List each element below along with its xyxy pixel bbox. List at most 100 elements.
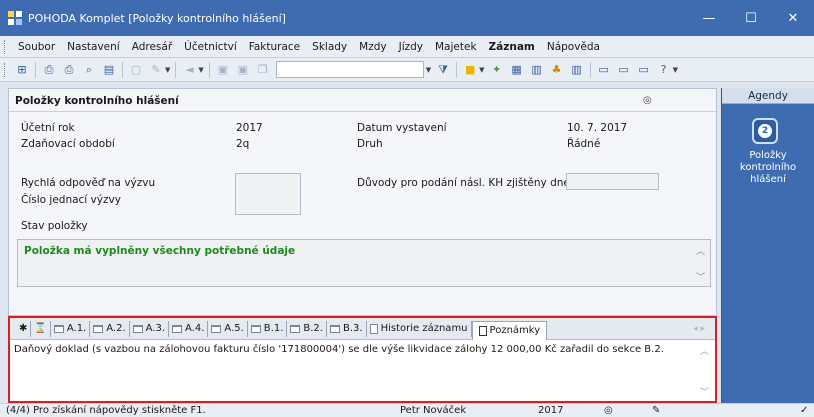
scroll-down-icon[interactable]: ﹀ bbox=[700, 385, 709, 398]
tab-all-label: ✱ bbox=[19, 323, 28, 334]
print-icon[interactable]: ⎙ bbox=[61, 62, 77, 78]
tab-historie-zaznamu[interactable]: Historie záznamu bbox=[367, 320, 472, 337]
table-icon[interactable]: ▦ bbox=[509, 62, 525, 78]
agendy-panel: Agendy 2 Položky kontrolního hlášení bbox=[721, 88, 814, 403]
close-button[interactable]: ✕ bbox=[772, 0, 814, 36]
tab-poznamky-label: Poznámky bbox=[489, 325, 541, 336]
folder-icon bbox=[53, 324, 64, 333]
menu-nastaveni[interactable]: Nastavení bbox=[61, 41, 126, 53]
toolbar-separator bbox=[589, 61, 591, 78]
tab-scroll-arrows-icon[interactable]: ◂ ▸ bbox=[693, 324, 705, 334]
copy-icon[interactable]: ❐ bbox=[255, 62, 271, 78]
menu-zaznam[interactable]: Záznam bbox=[483, 41, 541, 53]
agenda-item-icon[interactable]: 2 bbox=[752, 118, 778, 144]
menu-adresar[interactable]: Adresář bbox=[126, 41, 178, 53]
title-bar: POHODA Komplet [Položky kontrolního hláš… bbox=[0, 0, 814, 36]
tab-b1-label: B.1. bbox=[263, 323, 284, 334]
agenda-icon[interactable]: ⊞ bbox=[14, 62, 30, 78]
minimize-button[interactable]: — bbox=[688, 0, 730, 36]
tab-b3[interactable]: B.3. bbox=[327, 320, 367, 337]
tab-poznamky[interactable]: Poznámky bbox=[471, 320, 548, 340]
tab-a5-label: A.5. bbox=[224, 323, 244, 334]
menu-bar: Soubor Nastavení Adresář Účetnictví Fakt… bbox=[0, 36, 814, 58]
chevron-down-icon[interactable]: ▼ bbox=[165, 66, 170, 74]
menu-mzdy[interactable]: Mzdy bbox=[353, 41, 392, 53]
tab-a4-label: A.4. bbox=[185, 323, 205, 334]
chevron-down-icon[interactable]: ▼ bbox=[198, 66, 203, 74]
status-indicator-icon: ◎ bbox=[604, 405, 613, 416]
folder-icon bbox=[290, 324, 301, 333]
save-icon[interactable]: ▣ bbox=[215, 62, 231, 78]
rychla-odpoved-field[interactable] bbox=[235, 173, 301, 215]
tab-b1[interactable]: B.1. bbox=[248, 320, 288, 337]
tab-a5[interactable]: A.5. bbox=[208, 320, 248, 337]
window-icon[interactable]: ▭ bbox=[596, 62, 612, 78]
maximize-button[interactable]: ☐ bbox=[730, 0, 772, 36]
menu-majetek[interactable]: Majetek bbox=[429, 41, 483, 53]
print-preview-icon[interactable]: ⎙ bbox=[41, 62, 57, 78]
chevron-down-icon[interactable]: ▼ bbox=[479, 66, 484, 74]
tab-a3[interactable]: A.3. bbox=[130, 320, 170, 337]
tab-a1[interactable]: A.1. bbox=[51, 320, 91, 337]
menu-soubor[interactable]: Soubor bbox=[12, 41, 61, 53]
menu-fakturace[interactable]: Fakturace bbox=[243, 41, 306, 53]
edit-record-icon[interactable]: ✎ bbox=[148, 62, 164, 78]
folder-icon bbox=[172, 324, 183, 333]
link-icon[interactable]: ✦ bbox=[489, 62, 505, 78]
tab-historie-label: Historie záznamu bbox=[380, 323, 468, 334]
chevron-down-icon[interactable]: ▼ bbox=[426, 66, 431, 74]
record-status-icon: ◎ bbox=[643, 95, 652, 106]
tab-a4[interactable]: A.4. bbox=[169, 320, 209, 337]
tab-bar: ✱ ⌛ A.1. A.2. A.3. A.4. A.5. B.1. B.2. B… bbox=[10, 318, 715, 340]
scroll-down-icon[interactable]: ﹀ bbox=[696, 270, 705, 283]
folder-icon[interactable]: ■ bbox=[462, 62, 478, 78]
stav-polozky-text: Položka má vyplněny všechny potřebné úda… bbox=[24, 245, 296, 257]
report-icon[interactable]: ▤ bbox=[101, 62, 117, 78]
tab-filter-label: ⌛ bbox=[34, 323, 47, 334]
window-list-icon[interactable]: ▭ bbox=[616, 62, 632, 78]
barcode-icon[interactable]: ▥ bbox=[569, 62, 585, 78]
zoom-icon[interactable]: ⌕ bbox=[81, 62, 97, 78]
document-icon bbox=[478, 325, 487, 336]
datum-vystaveni-value: 10. 7. 2017 bbox=[567, 122, 628, 134]
status-user: Petr Nováček bbox=[400, 405, 467, 416]
notes-text[interactable]: Daňový doklad (s vazbou na zálohovou fak… bbox=[14, 344, 664, 355]
datum-vystaveni-label: Datum vystavení bbox=[357, 122, 447, 134]
duvody-date-field[interactable] bbox=[566, 173, 659, 190]
back-arrow-icon[interactable]: ◄ bbox=[181, 62, 197, 78]
menu-sklady[interactable]: Sklady bbox=[306, 41, 353, 53]
users-icon[interactable]: ♣ bbox=[549, 62, 565, 78]
toolbar-grip[interactable] bbox=[4, 62, 7, 77]
window-split-icon[interactable]: ▭ bbox=[636, 62, 652, 78]
new-record-icon[interactable]: ▢ bbox=[128, 62, 144, 78]
menu-napoveda[interactable]: Nápověda bbox=[541, 41, 606, 53]
zdanovaci-obdobi-label: Zdaňovací období bbox=[21, 138, 115, 150]
status-bar: (4/4) Pro získání nápovědy stiskněte F1.… bbox=[0, 403, 814, 417]
toolbar-separator bbox=[122, 61, 123, 78]
tab-a1-label: A.1. bbox=[66, 323, 87, 334]
menu-grip[interactable] bbox=[4, 39, 7, 54]
tab-b2[interactable]: B.2. bbox=[287, 320, 327, 337]
stav-polozky-box[interactable]: Položka má vyplněny všechny potřebné úda… bbox=[17, 239, 711, 287]
tab-filter[interactable]: ⌛ bbox=[31, 320, 51, 337]
panel-title: Položky kontrolního hlášení bbox=[15, 95, 179, 107]
tab-a3-label: A.3. bbox=[145, 323, 166, 334]
tab-a2[interactable]: A.2. bbox=[90, 320, 130, 337]
zdanovaci-obdobi-value: 2q bbox=[236, 138, 250, 150]
scroll-up-icon[interactable]: ︿ bbox=[700, 344, 709, 357]
status-help-text: (4/4) Pro získání nápovědy stiskněte F1. bbox=[6, 405, 206, 416]
menu-jizdy[interactable]: Jízdy bbox=[393, 41, 429, 53]
scroll-up-icon[interactable]: ︿ bbox=[696, 244, 705, 257]
tab-all[interactable]: ✱ bbox=[16, 320, 32, 337]
agenda-item-label[interactable]: Položky kontrolního hlášení bbox=[722, 150, 814, 186]
help-icon[interactable]: ? bbox=[656, 62, 672, 78]
calculator-icon[interactable]: ▥ bbox=[529, 62, 545, 78]
menu-ucetnictvi[interactable]: Účetnictví bbox=[178, 41, 243, 53]
chevron-down-icon[interactable]: ▼ bbox=[673, 66, 678, 74]
druh-value: Řádné bbox=[567, 138, 601, 150]
search-combo[interactable] bbox=[275, 61, 424, 78]
record-panel: Položky kontrolního hlášení ◎ Účetní rok… bbox=[8, 88, 717, 316]
save-all-icon[interactable]: ▣ bbox=[235, 62, 251, 78]
filter-icon[interactable]: ⧩ bbox=[435, 62, 451, 78]
rychla-odpoved-label: Rychlá odpověď na výzvu bbox=[21, 177, 156, 189]
